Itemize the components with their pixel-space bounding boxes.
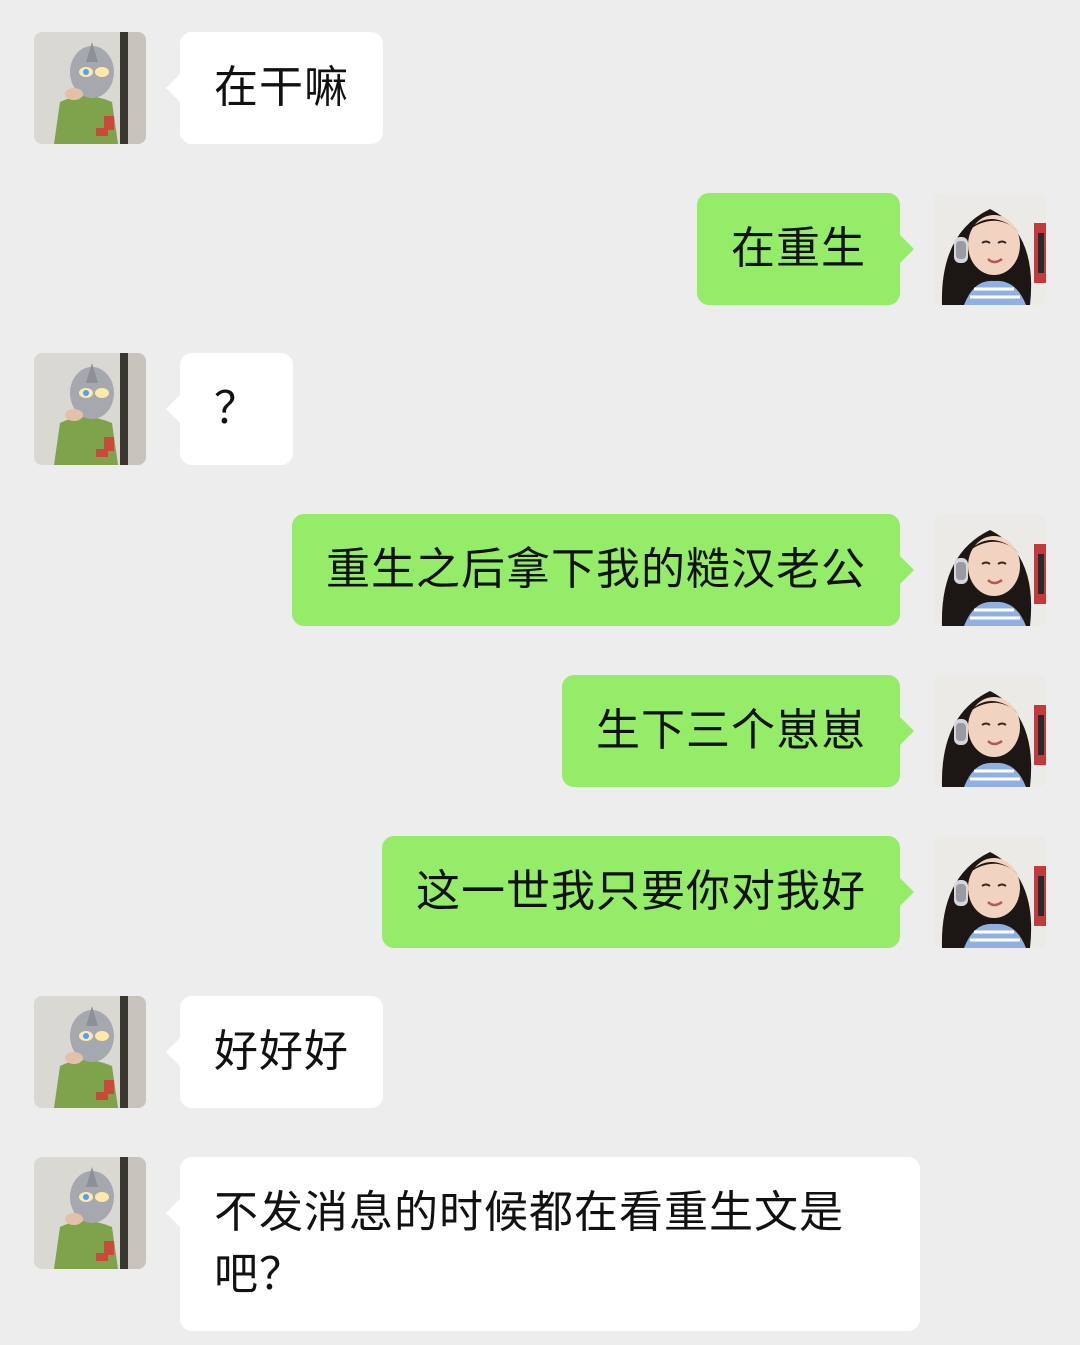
masked-hero-avatar-icon (34, 353, 146, 465)
message-bubble-incoming[interactable]: 在干嘛 (166, 32, 383, 144)
masked-hero-avatar-icon (34, 32, 146, 144)
message-bubble-incoming[interactable]: 不发消息的时候都在看重生文是吧？ (166, 1157, 920, 1331)
masked-hero-avatar-icon (34, 996, 146, 1108)
girl-with-headphones-avatar-icon (934, 514, 1046, 626)
message-text: 生下三个崽崽 (596, 705, 866, 756)
contact-avatar[interactable] (34, 32, 146, 144)
girl-with-headphones-avatar-icon (934, 193, 1046, 305)
message-text: 不发消息的时候都在看重生文是吧？ (214, 1187, 844, 1300)
contact-avatar[interactable] (34, 1157, 146, 1269)
contact-avatar[interactable] (34, 353, 146, 465)
message-text: 在干嘛 (214, 62, 349, 113)
my-avatar[interactable] (934, 514, 1046, 626)
message-bubble-outgoing[interactable]: 这一世我只要你对我好 (382, 836, 914, 948)
contact-avatar[interactable] (34, 996, 146, 1108)
message-bubble-incoming[interactable]: 好好好 (166, 996, 383, 1108)
masked-hero-avatar-icon (34, 1157, 146, 1269)
my-avatar[interactable] (934, 836, 1046, 948)
message-text: 好好好 (214, 1026, 349, 1077)
girl-with-headphones-avatar-icon (934, 675, 1046, 787)
message-text: 重生之后拿下我的糙汉老公 (326, 544, 866, 595)
my-avatar[interactable] (934, 675, 1046, 787)
message-bubble-outgoing[interactable]: 在重生 (697, 193, 914, 305)
message-bubble-outgoing[interactable]: 重生之后拿下我的糙汉老公 (292, 514, 914, 626)
my-avatar[interactable] (934, 193, 1046, 305)
message-bubble-outgoing[interactable]: 生下三个崽崽 (562, 675, 914, 787)
girl-with-headphones-avatar-icon (934, 836, 1046, 948)
message-text: ？ (214, 383, 259, 434)
message-bubble-incoming[interactable]: ？ (166, 353, 293, 465)
message-text: 这一世我只要你对我好 (416, 866, 866, 917)
message-text: 在重生 (731, 223, 866, 274)
